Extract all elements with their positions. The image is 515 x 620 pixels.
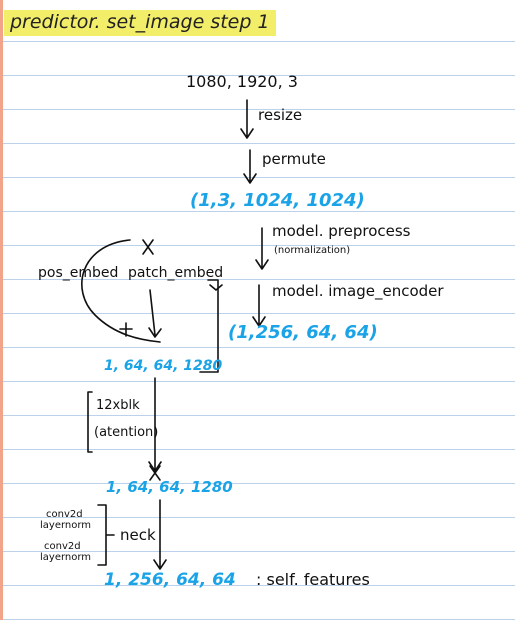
node-pos-embed: pos_embed (38, 265, 119, 281)
bracket-tick (209, 284, 223, 291)
brace-neck (97, 504, 115, 566)
node-attention: (atention) (94, 425, 159, 440)
neck-layer: layernorm (40, 552, 92, 563)
node-normalization: (normalization) (274, 245, 351, 256)
cross-mark (142, 239, 154, 255)
neck-layer: layernorm (40, 520, 92, 531)
brace-blocks (87, 391, 93, 453)
node-resize: resize (258, 106, 303, 124)
node-tensor-1x64: 1, 64, 64, 1280 (104, 358, 223, 374)
node-model-preprocess: model. preprocess (272, 222, 411, 240)
node-tensor-1x3: (1,3, 1024, 1024) (190, 190, 365, 211)
arrow-patch-embed (148, 289, 162, 338)
node-output: 1, 256, 64, 64 (104, 570, 236, 590)
arrow-image-encoder (252, 284, 266, 327)
neck-layer: conv2d (44, 541, 81, 552)
node-neck: neck (120, 526, 156, 544)
arrow-preprocess (255, 227, 269, 270)
arrow-resize (240, 99, 254, 139)
node-tensor-1x64-b: 1, 64, 64, 1280 (106, 478, 233, 496)
node-permute: permute (262, 150, 326, 168)
notebook-page: predictor. set_image step 1 1080, 1920, … (0, 0, 515, 620)
node-input-shape: 1080, 1920, 3 (186, 72, 298, 91)
loop-curve (81, 239, 161, 343)
node-tensor-1x256: (1,256, 64, 64) (228, 322, 378, 343)
plus-mark (119, 322, 133, 337)
node-blocks: 12xblk (96, 398, 140, 413)
neck-layer: conv2d (46, 509, 83, 520)
node-model-image-encoder: model. image_encoder (272, 282, 444, 300)
arrow-permute (243, 149, 257, 184)
node-self-features: : self. features (256, 570, 370, 589)
node-patch-embed: patch_embed (128, 265, 224, 281)
